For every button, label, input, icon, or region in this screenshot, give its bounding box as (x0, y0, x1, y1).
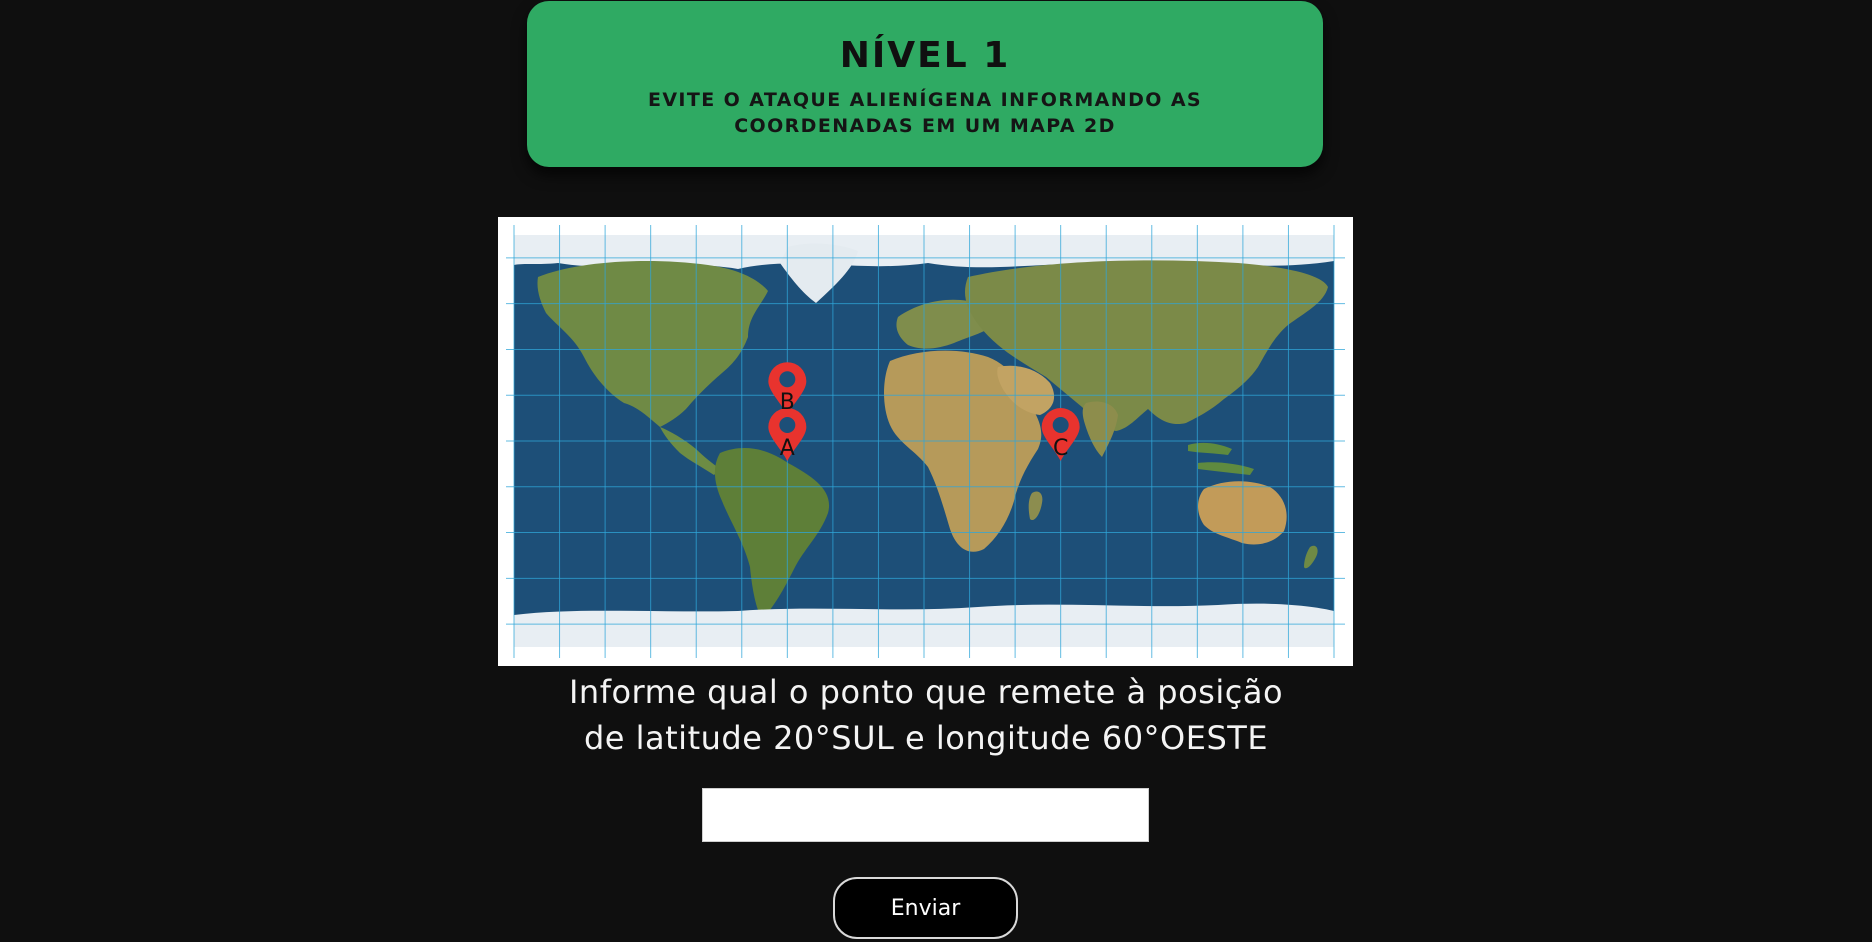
level-title: NÍVEL 1 (839, 35, 1011, 76)
question-line-1: Informe qual o ponto que remete à posiçã… (568, 673, 1284, 711)
question-line-2: de latitude 20°SUL e longitude 60°OESTE (583, 719, 1269, 757)
answer-input[interactable] (702, 788, 1149, 842)
map-bottom-margin (498, 647, 1353, 666)
game-screen: NÍVEL 1 EVITE O ATAQUE ALIENÍGENA INFORM… (0, 0, 1872, 942)
world-map-canvas: AB C (498, 217, 1353, 666)
send-button[interactable]: Enviar (833, 877, 1018, 939)
map-pin-hole (1052, 417, 1069, 433)
map-marker-label: C (1053, 436, 1068, 461)
question-text: Informe qual o ponto que remete à posiçã… (486, 669, 1366, 761)
map-top-margin (498, 217, 1353, 235)
level-header-card: NÍVEL 1 EVITE O ATAQUE ALIENÍGENA INFORM… (527, 1, 1323, 167)
world-map: AB C (498, 217, 1353, 666)
level-subtitle: EVITE O ATAQUE ALIENÍGENA INFORMANDO AS … (647, 89, 1203, 137)
map-pin-hole (779, 371, 796, 388)
map-marker-label: B (780, 390, 795, 415)
map-pin-hole (779, 417, 796, 433)
map-marker-label: A (780, 436, 795, 461)
